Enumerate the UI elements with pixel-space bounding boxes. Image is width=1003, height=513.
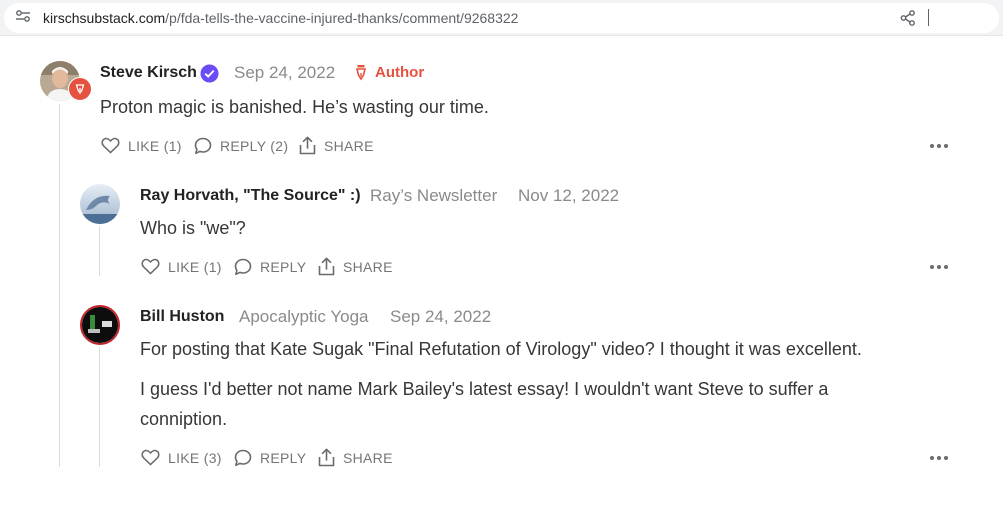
- url-host: kirschsubstack.com: [43, 10, 166, 26]
- reply-label: REPLY (2): [220, 138, 289, 154]
- avatar-image: [82, 307, 118, 343]
- share-icon: [318, 257, 335, 276]
- like-label: LIKE (1): [168, 258, 222, 275]
- verified-icon: [200, 64, 219, 83]
- more-options-icon[interactable]: [930, 264, 948, 270]
- author-badge-icon: [68, 77, 92, 101]
- toolbar-separator: [928, 9, 929, 26]
- comment-author-name[interactable]: Bill Huston: [140, 308, 224, 326]
- comment-publication[interactable]: Ray’s Newsletter: [370, 186, 497, 206]
- more-options-icon[interactable]: [930, 143, 948, 149]
- like-button[interactable]: LIKE (1): [141, 258, 222, 275]
- avatar[interactable]: [80, 305, 120, 345]
- avatar[interactable]: [80, 184, 120, 224]
- heart-icon: [141, 258, 160, 275]
- comment-date[interactable]: Sep 24, 2022: [234, 63, 335, 83]
- site-settings-icon[interactable]: [16, 10, 30, 22]
- thread-line-reply-2: [99, 347, 100, 467]
- reply-button[interactable]: REPLY (2): [194, 137, 288, 155]
- like-button[interactable]: LIKE (3): [141, 449, 222, 466]
- share-button[interactable]: SHARE: [299, 136, 374, 155]
- comment-bubble-icon: [234, 449, 252, 467]
- avatar-image: [80, 184, 120, 224]
- share-page-icon[interactable]: [900, 10, 916, 26]
- like-label: LIKE (3): [168, 449, 222, 466]
- reply-button[interactable]: REPLY: [234, 449, 306, 467]
- author-badge-label: Author: [375, 64, 425, 81]
- heart-icon: [141, 449, 160, 466]
- comment-publication[interactable]: Apocalyptic Yoga: [239, 307, 369, 327]
- share-label: SHARE: [343, 258, 393, 275]
- comment-body-paragraph-2: I guess I'd better not name Mark Bailey'…: [140, 379, 829, 429]
- reply-button[interactable]: REPLY: [234, 258, 306, 276]
- thread-line-reply-1: [99, 226, 100, 276]
- share-button[interactable]: SHARE: [318, 448, 393, 467]
- like-button[interactable]: LIKE (1): [101, 137, 182, 154]
- reply-label: REPLY: [260, 450, 307, 466]
- share-button[interactable]: SHARE: [318, 257, 393, 276]
- thread-line-root: [59, 104, 60, 467]
- comment-date[interactable]: Nov 12, 2022: [518, 186, 619, 206]
- comment-bubble-icon: [194, 137, 212, 155]
- share-icon: [318, 448, 335, 467]
- address-bar: kirschsubstack.com/p/fda-tells-the-vacci…: [0, 0, 1003, 36]
- share-icon: [299, 136, 316, 155]
- author-badge: Author: [355, 64, 424, 81]
- comment-date[interactable]: Sep 24, 2022: [390, 307, 491, 327]
- url-text[interactable]: kirschsubstack.com/p/fda-tells-the-vacci…: [43, 10, 518, 26]
- url-path: /p/fda-tells-the-vaccine-injured-thanks/…: [165, 10, 519, 26]
- share-label: SHARE: [343, 449, 393, 466]
- pen-nib-icon: [355, 65, 367, 81]
- comment-body: Who is "we"?: [140, 218, 246, 238]
- reply-label: REPLY: [260, 259, 307, 275]
- comment-body: Proton magic is banished. He’s wasting o…: [100, 97, 489, 117]
- like-label: LIKE (1): [128, 137, 182, 154]
- share-label: SHARE: [324, 137, 374, 154]
- comment-author-name[interactable]: Steve Kirsch: [100, 64, 197, 82]
- comment-bubble-icon: [234, 258, 252, 276]
- heart-icon: [101, 137, 120, 154]
- comment-body-paragraph-1: For posting that Kate Sugak "Final Refut…: [140, 339, 862, 359]
- comment-author-name[interactable]: Ray Horvath, "The Source" :): [140, 187, 361, 205]
- more-options-icon[interactable]: [930, 455, 948, 461]
